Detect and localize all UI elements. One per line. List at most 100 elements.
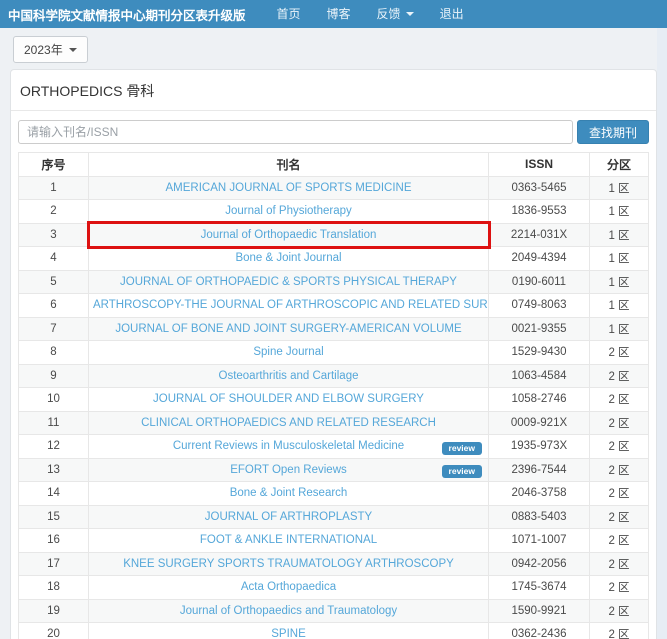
zone-value: 2 区 — [590, 529, 649, 553]
table-row: 8Spine Journal1529-94302 区 — [19, 341, 649, 365]
header-index: 序号 — [19, 153, 89, 177]
issn-value: 1058-2746 — [489, 388, 590, 412]
table-row: 4Bone & Joint Journal2049-43941 区 — [19, 247, 649, 271]
journal-link[interactable]: JOURNAL OF BONE AND JOINT SURGERY-AMERIC… — [115, 323, 461, 335]
header-issn: ISSN — [489, 153, 590, 177]
issn-value: 1063-4584 — [489, 364, 590, 388]
journal-name-cell: JOURNAL OF ARTHROPLASTY — [89, 505, 489, 529]
journal-link[interactable]: SPINE — [271, 628, 306, 639]
row-index: 2 — [19, 200, 89, 224]
journal-link[interactable]: JOURNAL OF ORTHOPAEDIC & SPORTS PHYSICAL… — [120, 276, 457, 288]
journal-search-input[interactable] — [18, 120, 573, 144]
issn-value: 0190-6011 — [489, 270, 590, 294]
nav-item-feedback[interactable]: 反馈 — [364, 0, 427, 28]
issn-value: 0942-2056 — [489, 552, 590, 576]
table-row: 14Bone & Joint Research2046-37582 区 — [19, 482, 649, 506]
table-row: 3Journal of Orthopaedic Translation2214-… — [19, 223, 649, 247]
year-dropdown-label: 2023年 — [24, 41, 63, 58]
chevron-down-icon — [69, 48, 77, 52]
scrollbar[interactable] — [657, 28, 667, 639]
table-row: 10 JOURNAL OF SHOULDER AND ELBOW SURGERY 1… — [19, 388, 649, 412]
row-index: 10 — [19, 388, 89, 412]
top-navbar: 中国科学院文献情报中心期刊分区表升级版 首页 博客 反馈 退出 — [0, 0, 667, 28]
journal-name-cell: SPINE — [89, 623, 489, 639]
nav-item-blog[interactable]: 博客 — [314, 0, 364, 28]
row-index: 17 — [19, 552, 89, 576]
nav-item-home-label: 首页 — [277, 0, 301, 28]
zone-value: 2 区 — [590, 599, 649, 623]
zone-value: 1 区 — [590, 247, 649, 271]
journal-link[interactable]: Bone & Joint Research — [230, 487, 348, 499]
table-row: 12 Current Reviews in Musculoskeletal Med… — [19, 435, 649, 459]
journal-name-cell: KNEE SURGERY SPORTS TRAUMATOLOGY ARTHROS… — [89, 552, 489, 576]
zone-value: 1 区 — [590, 270, 649, 294]
journal-link[interactable]: Journal of Orthopaedic Translation — [201, 229, 377, 241]
row-index: 8 — [19, 341, 89, 365]
year-dropdown-button[interactable]: 2023年 — [13, 36, 88, 63]
issn-value: 0009-921X — [489, 411, 590, 435]
journal-link[interactable]: Journal of Physiotherapy — [225, 205, 352, 217]
journal-name-cell: Journal of Orthopaedics and Traumatology — [89, 599, 489, 623]
journal-link[interactable]: CLINICAL ORTHOPAEDICS AND RELATED RESEAR… — [141, 417, 436, 429]
journal-link[interactable]: Bone & Joint Journal — [235, 252, 341, 264]
journal-name-cell: Osteoarthritis and Cartilage — [89, 364, 489, 388]
row-index: 14 — [19, 482, 89, 506]
category-title: ORTHOPEDICS 骨科 — [18, 70, 649, 110]
nav-item-logout[interactable]: 退出 — [427, 0, 477, 28]
issn-value: 0363-5465 — [489, 176, 590, 200]
issn-value: 0883-5403 — [489, 505, 590, 529]
journal-name-cell: EFORT Open Reviewsreview — [89, 458, 489, 482]
zone-value: 1 区 — [590, 176, 649, 200]
journal-link[interactable]: Current Reviews in Musculoskeletal Medic… — [173, 440, 404, 452]
row-index: 13 — [19, 458, 89, 482]
journal-link[interactable]: Spine Journal — [253, 346, 323, 358]
row-index: 6 — [19, 294, 89, 318]
table-header-row: 序号 刊名 ISSN 分区 — [19, 153, 649, 177]
row-index: 16 — [19, 529, 89, 553]
journal-name-cell: CLINICAL ORTHOPAEDICS AND RELATED RESEAR… — [89, 411, 489, 435]
review-badge: review — [442, 442, 482, 455]
zone-value: 2 区 — [590, 576, 649, 600]
issn-value: 1071-1007 — [489, 529, 590, 553]
nav-item-home[interactable]: 首页 — [264, 0, 314, 28]
zone-value: 2 区 — [590, 623, 649, 639]
table-row: 11 CLINICAL ORTHOPAEDICS AND RELATED RESE… — [19, 411, 649, 435]
journal-link[interactable]: Osteoarthritis and Cartilage — [219, 370, 359, 382]
issn-value: 1590-9921 — [489, 599, 590, 623]
journal-link[interactable]: KNEE SURGERY SPORTS TRAUMATOLOGY ARTHROS… — [123, 558, 454, 570]
journal-table: 序号 刊名 ISSN 分区 1 AMERICAN JOURNAL OF SPORT… — [18, 152, 649, 639]
issn-value: 2214-031X — [489, 223, 590, 247]
journal-link[interactable]: EFORT Open Reviews — [230, 464, 347, 476]
category-panel: ORTHOPEDICS 骨科 查找期刊 序号 刊名 ISSN 分区 1 AMERI… — [10, 69, 657, 639]
row-index: 1 — [19, 176, 89, 200]
row-index: 12 — [19, 435, 89, 459]
journal-link[interactable]: ARTHROSCOPY-THE JOURNAL OF ARTHROSCOPIC … — [93, 299, 489, 311]
issn-value: 1529-9430 — [489, 341, 590, 365]
journal-name-cell: ARTHROSCOPY-THE JOURNAL OF ARTHROSCOPIC … — [89, 294, 489, 318]
find-journal-button[interactable]: 查找期刊 — [577, 120, 649, 144]
journal-link[interactable]: JOURNAL OF ARTHROPLASTY — [205, 511, 372, 523]
issn-value: 2396-7544 — [489, 458, 590, 482]
row-index: 11 — [19, 411, 89, 435]
nav-item-blog-label: 博客 — [327, 0, 351, 28]
table-row: 1 AMERICAN JOURNAL OF SPORTS MEDICINE 0363… — [19, 176, 649, 200]
zone-value: 2 区 — [590, 411, 649, 435]
table-row: 9Osteoarthritis and Cartilage1063-45842 … — [19, 364, 649, 388]
issn-value: 0362-2436 — [489, 623, 590, 639]
zone-value: 2 区 — [590, 458, 649, 482]
journal-link[interactable]: FOOT & ANKLE INTERNATIONAL — [200, 534, 377, 546]
journal-name-cell: Acta Orthopaedica — [89, 576, 489, 600]
zone-value: 2 区 — [590, 482, 649, 506]
issn-value: 2049-4394 — [489, 247, 590, 271]
table-row: 16 FOOT & ANKLE INTERNATIONAL 1071-10072 区 — [19, 529, 649, 553]
row-index: 9 — [19, 364, 89, 388]
journal-link[interactable]: JOURNAL OF SHOULDER AND ELBOW SURGERY — [153, 393, 424, 405]
table-row: 5JOURNAL OF ORTHOPAEDIC & SPORTS PHYSICA… — [19, 270, 649, 294]
zone-value: 2 区 — [590, 552, 649, 576]
issn-value: 1836-9553 — [489, 200, 590, 224]
journal-link[interactable]: Acta Orthopaedica — [241, 581, 336, 593]
journal-link[interactable]: AMERICAN JOURNAL OF SPORTS MEDICINE — [165, 182, 411, 194]
row-index: 20 — [19, 623, 89, 639]
zone-value: 2 区 — [590, 388, 649, 412]
journal-link[interactable]: Journal of Orthopaedics and Traumatology — [180, 605, 397, 617]
